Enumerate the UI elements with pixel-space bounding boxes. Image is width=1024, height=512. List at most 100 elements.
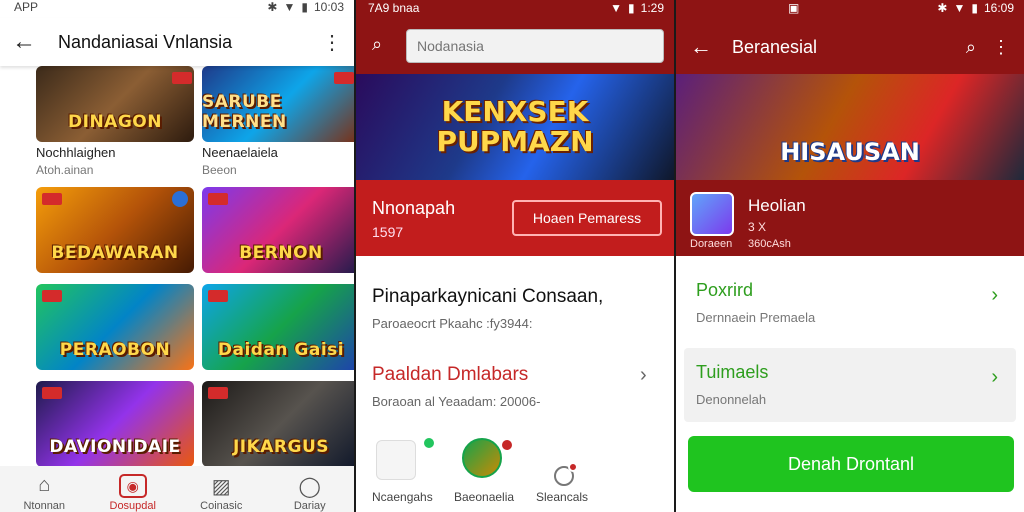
wifi-icon: ▼ [953,1,966,15]
battery-icon: ▮ [971,1,978,15]
status-time: 16:09 [983,1,1014,15]
nav-item-gallery[interactable]: ▨ Coinasic [181,474,261,512]
game-tile[interactable]: DAVIONIDAIE [36,381,194,467]
badge-dot [500,438,514,452]
tile-badge [208,193,228,205]
avatar-label: Ncaengahs [372,490,433,504]
tile-art-title: PERAOBON [59,340,171,360]
status-bar: ▣ ✱ ▼ ▮ 16:09 [676,0,1024,16]
tile-badge [208,387,228,399]
game-info-band: Nnonapah 1597 Hoaen Pemaress [356,180,674,256]
card-title: Poxrird [696,280,754,300]
page-title: Beranesial [732,36,818,57]
hero-title-line-1: KENXSEK [441,95,589,128]
avatar[interactable] [462,438,502,478]
home-icon: ⌂ [38,474,51,496]
more-vert-icon[interactable]: ⋮ [992,37,1010,58]
nav-item-home[interactable]: ⌂ Ntonnan [4,474,84,512]
tile-art-title: SARUBE MERNEN [202,92,287,132]
section-subtitle: Paroaeocrt Pkaahc :fy3944: [372,316,533,331]
tile-art-title: DINAGON [68,112,162,132]
battery-icon: ▮ [301,0,308,14]
tile-art-title: BERNON [239,243,323,263]
hero-title: HISAUSAN [780,138,920,166]
tile-caption: Nochhlaighen [36,145,116,160]
game-tile[interactable]: PERAOBON [36,284,194,370]
section-title: Pinaparkaynicani Consaan, [372,286,604,307]
game-tile[interactable]: Daidan Gaisi [202,284,354,370]
hero-banner: KENXSEK PUPMAZN [356,74,674,180]
app-developer: Doraeen [690,238,733,250]
card-title: Tuimaels [696,362,769,382]
search-input[interactable] [406,29,664,63]
badge-dot [422,436,436,450]
game-tile[interactable]: DINAGON [36,66,194,142]
tile-badge [42,290,62,302]
nav-label: Coinasic [200,500,243,512]
chevron-right-icon: › [991,366,998,388]
tile-badge [334,72,354,84]
top-bar: 7A9 bnaa ▼ ▮ 1:29 ⌕ [356,0,674,74]
game-count: 1597 [372,224,404,240]
wifi-icon: ▼ [283,0,296,14]
more-vert-icon[interactable]: ⋮ [322,30,342,55]
app-download-screen: ▣ ✱ ▼ ▮ 16:09 ← Beranesial ⌕ ⋮ HISAUSAN … [676,0,1024,512]
tile-badge [172,72,192,84]
notification-icon: ▣ [788,1,800,15]
back-arrow-icon[interactable]: ← [12,28,48,56]
search-icon[interactable]: ⌕ [966,37,976,58]
tile-badge [42,387,62,399]
nav-label: Ntonnan [23,500,66,512]
chevron-right-icon: › [991,284,998,306]
game-name: Nnonapah [372,198,456,218]
nav-label: Dosupdal [109,500,156,512]
game-tile[interactable]: BERNON [202,187,354,273]
hero-banner: HISAUSAN [676,74,1024,180]
signal-icon: ▼ [610,1,623,15]
tile-subcaption: Beeon [202,163,237,177]
info-card[interactable]: Poxrird Dernnaein Premaela › [684,266,1016,340]
app-bar: ← Nandaniasai Vnlansia ⋮ [0,18,354,66]
status-time: 1:29 [640,1,664,15]
avatar-label: Sleancals [536,490,589,504]
game-detail-screen: 7A9 bnaa ▼ ▮ 1:29 ⌕ KENXSEK PUPMAZN Nnon… [356,0,674,512]
app-rating: 3 X [748,220,767,234]
status-bar: 7A9 bnaa ▼ ▮ 1:29 [356,0,674,16]
action-button[interactable]: Hoaen Pemaress [512,200,662,236]
section-row[interactable]: Paaldan Dmlabars Boraoan al Yeaadam: 200… [356,352,674,418]
tile-art-title: DAVIONIDAIE [49,437,181,457]
game-tile[interactable]: JIKARGUS [202,381,354,467]
tile-art-title: Daidan Gaisi [217,340,345,360]
tile-art-title: JIKARGUS [232,437,330,457]
download-button[interactable]: Denah Drontanl [688,436,1014,492]
card-subtitle: Denonnelah [696,392,767,407]
nav-item-profile[interactable]: ◯ Dariay [270,474,350,512]
avatar-label: Baeonaelia [454,490,515,504]
avatar[interactable] [376,440,416,480]
chevron-right-icon: › [640,364,647,386]
search-icon[interactable]: ⌕ [372,34,382,55]
badge-dot [568,462,578,472]
tile-caption: Neenaelaiela [202,145,278,160]
avatar-row: Ncaengahs Baeonaelia Sleancals [356,436,674,512]
app-downloads: 360cAsh [748,238,791,250]
status-bar: APP ✱ ▼ ▮ 10:03 [0,0,354,14]
back-arrow-icon[interactable]: ← [690,34,726,60]
profile-icon: ◯ [298,476,321,498]
app-info-band: Heolian 3 X Doraeen 360cAsh [676,180,1024,256]
game-tile[interactable]: BEDAWARAN [36,187,194,273]
app-bar: ← Beranesial ⌕ ⋮ [676,24,1024,70]
info-card[interactable]: Tuimaels Denonnelah › [684,348,1016,422]
game-tile[interactable]: SARUBE MERNEN [202,66,354,142]
page-title: Nandaniasai Vnlansia [58,31,233,52]
status-left-text: 7A9 bnaa [368,1,420,15]
status-time: 10:03 [313,0,344,14]
section-title: Paaldan Dmlabars [372,364,529,385]
tile-badge [172,191,188,207]
games-icon: ◉ [118,474,147,498]
nav-item-games[interactable]: ◉ Dosupdal [93,474,173,512]
hero-title-line-2: PUPMAZN [436,125,594,158]
bottom-navigation: ⌂ Ntonnan ◉ Dosupdal ▨ Coinasic ◯ Dariay [0,466,354,512]
section-subtitle: Boraoan al Yeaadam: 20006- [372,394,541,409]
nav-label: Dariay [293,500,326,512]
